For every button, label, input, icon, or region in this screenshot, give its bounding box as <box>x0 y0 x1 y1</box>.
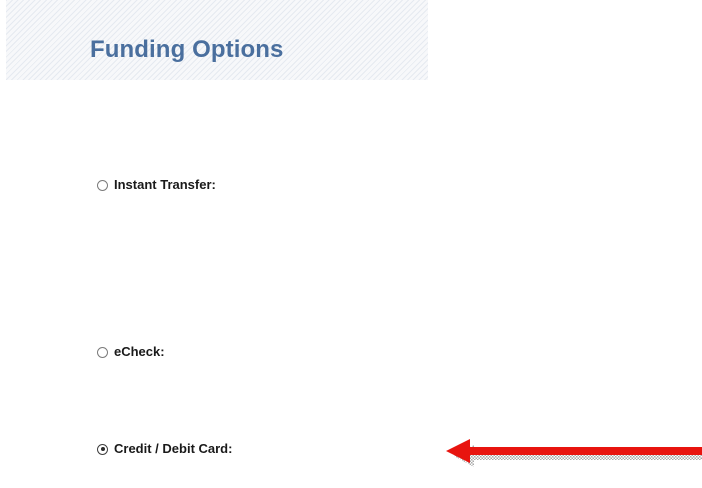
annotation-arrow-icon <box>446 439 702 467</box>
credit-debit-card-label: Credit / Debit Card: <box>114 441 233 456</box>
instant-transfer-label: Instant Transfer: <box>114 177 216 192</box>
echeck-label: eCheck: <box>114 344 165 359</box>
instant-transfer-radio[interactable] <box>97 179 108 191</box>
funding-option-echeck[interactable]: eCheck: <box>97 345 165 359</box>
section-title: Funding Options <box>90 36 284 63</box>
credit-debit-card-radio[interactable] <box>97 443 108 455</box>
echeck-radio[interactable] <box>97 346 108 358</box>
funding-option-instant-transfer[interactable]: Instant Transfer: <box>97 178 216 192</box>
funding-option-credit-debit-card[interactable]: Credit / Debit Card: <box>97 442 232 456</box>
